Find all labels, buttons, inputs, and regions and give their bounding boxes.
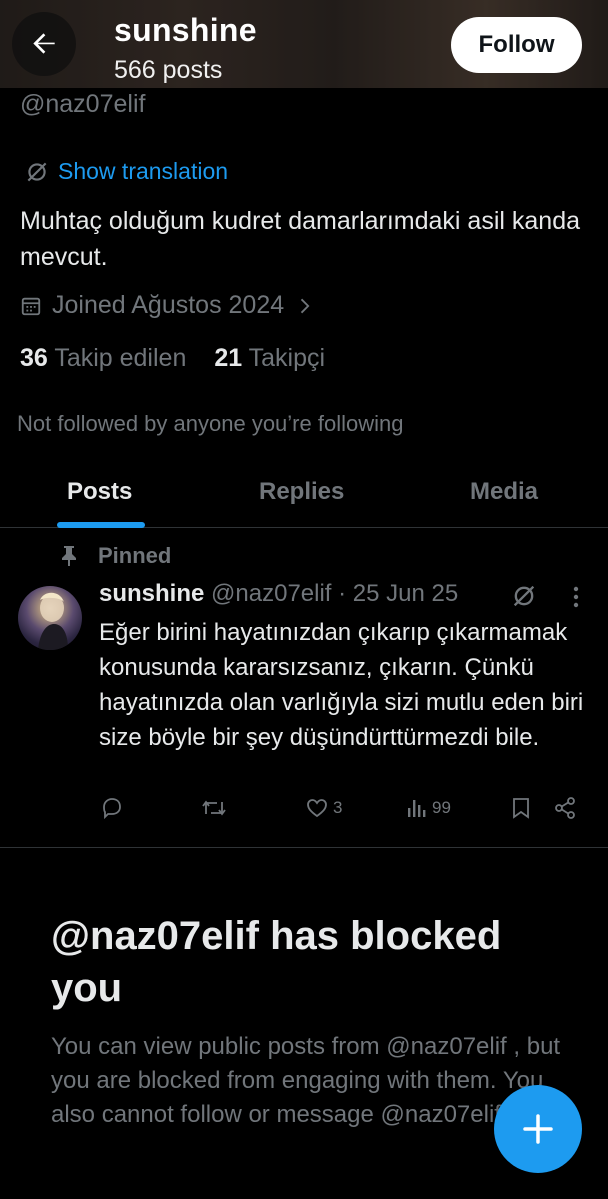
arrow-left-icon xyxy=(33,33,55,54)
heart-icon xyxy=(307,799,327,818)
follow-button[interactable]: Follow xyxy=(451,17,582,73)
divider xyxy=(0,847,608,848)
following-count: 36 xyxy=(20,344,48,372)
grok-translate-icon xyxy=(27,162,47,181)
profile-bio: Muhtaç olduğum kudret damarlarımdaki asi… xyxy=(20,207,580,271)
header-post-count: 566 posts xyxy=(114,56,223,84)
followers-label: Takipçi xyxy=(248,344,326,372)
bookmark-button[interactable] xyxy=(510,796,532,820)
blocked-title: @naz07elif has blocked you xyxy=(51,914,502,1010)
not-followed-notice: Not followed by anyone you’re following xyxy=(17,411,404,436)
profile-tabs: Posts Replies Media xyxy=(0,462,608,528)
following-link[interactable]: 36 Takip edilen xyxy=(20,344,186,373)
like-button[interactable]: 3 xyxy=(305,796,342,820)
joined-date-label: Joined Ağustos 2024 xyxy=(52,291,285,319)
repost-icon xyxy=(202,800,226,816)
following-label: Takip edilen xyxy=(54,344,187,372)
views-count: 99 xyxy=(432,798,451,817)
avatar[interactable] xyxy=(18,586,82,650)
blocked-description: You can view public posts from @naz07eli… xyxy=(51,1033,561,1128)
share-icon xyxy=(555,797,575,819)
more-vertical-icon[interactable] xyxy=(568,584,584,615)
back-button[interactable] xyxy=(12,12,76,76)
calendar-icon xyxy=(21,297,41,315)
reply-button[interactable] xyxy=(100,796,124,820)
pinned-label: Pinned xyxy=(98,543,172,568)
plus-icon xyxy=(523,1114,553,1144)
profile-header: sunshine 566 posts Follow xyxy=(0,0,608,88)
followers-count: 21 xyxy=(214,344,243,372)
joined-date-row[interactable]: Joined Ağustos 2024 xyxy=(20,291,314,320)
profile-handle: @naz07elif xyxy=(20,90,146,118)
grok-translate-icon[interactable] xyxy=(510,582,538,615)
chevron-right-icon xyxy=(300,298,310,313)
pinned-indicator: Pinned xyxy=(60,543,171,569)
tab-posts[interactable]: Posts xyxy=(67,478,132,506)
post-author-name[interactable]: sunshine xyxy=(99,580,204,607)
reply-icon xyxy=(103,798,121,820)
post-actions: 3 99 xyxy=(0,796,608,826)
compose-button[interactable] xyxy=(494,1085,582,1173)
post-author-meta: @naz07elif · 25 Jun 25 xyxy=(211,580,459,607)
follow-stats: 36 Takip edilen 21 Takipçi xyxy=(20,344,325,373)
followers-link[interactable]: 21 Takipçi xyxy=(214,344,325,373)
post-header: sunshine @naz07elif · 25 Jun 25 xyxy=(99,580,458,608)
show-translation-link[interactable]: Show translation xyxy=(24,158,228,185)
bookmark-icon xyxy=(513,798,529,819)
tab-replies[interactable]: Replies xyxy=(259,478,344,506)
post-text: Eğer birini hayatınızdan çıkarıp çıkarma… xyxy=(99,619,584,751)
share-button[interactable] xyxy=(553,796,577,820)
repost-button[interactable] xyxy=(201,796,227,820)
show-translation-label: Show translation xyxy=(58,158,229,184)
header-display-name: sunshine xyxy=(114,12,257,48)
views-icon xyxy=(408,800,426,817)
like-count: 3 xyxy=(333,798,343,817)
pin-icon xyxy=(62,546,76,566)
active-tab-indicator xyxy=(57,522,145,528)
views-button[interactable]: 99 xyxy=(406,796,451,820)
tab-media[interactable]: Media xyxy=(470,478,538,506)
